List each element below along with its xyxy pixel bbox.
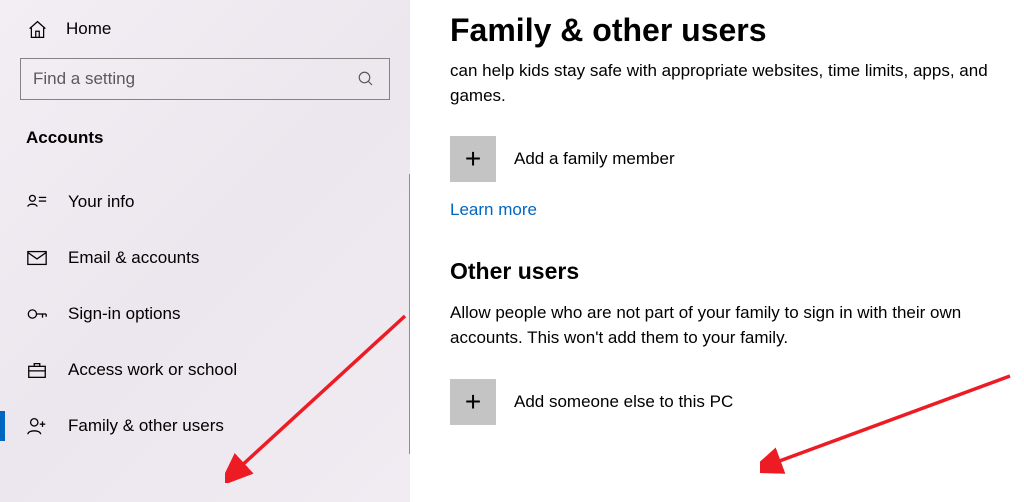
page-title: Family & other users (450, 12, 1014, 49)
other-users-description: Allow people who are not part of your fa… (450, 301, 1010, 350)
learn-more-link[interactable]: Learn more (450, 200, 537, 220)
key-icon (26, 303, 48, 325)
sidebar-item-signin[interactable]: Sign-in options (0, 286, 409, 342)
person-card-icon (26, 191, 48, 213)
family-description: can help kids stay safe with appropriate… (450, 59, 1010, 108)
briefcase-icon (26, 359, 48, 381)
sidebar-item-label: Sign-in options (68, 304, 180, 324)
sidebar-item-work-school[interactable]: Access work or school (0, 342, 409, 398)
add-family-label: Add a family member (514, 149, 675, 169)
search-icon (355, 68, 377, 90)
plus-icon: + (450, 136, 496, 182)
search-box[interactable] (20, 58, 390, 100)
add-family-member-button[interactable]: + Add a family member (450, 136, 1014, 182)
home-label: Home (66, 19, 111, 39)
sidebar-item-label: Your info (68, 192, 134, 212)
settings-sidebar: Home Accounts (0, 0, 410, 502)
sidebar-section-title: Accounts (0, 128, 410, 174)
add-other-user-button[interactable]: + Add someone else to this PC (450, 379, 1014, 425)
add-other-label: Add someone else to this PC (514, 392, 733, 412)
sidebar-item-label: Family & other users (68, 416, 224, 436)
plus-icon: + (450, 379, 496, 425)
main-content: Family & other users can help kids stay … (410, 0, 1024, 502)
person-plus-icon (26, 415, 48, 437)
sidebar-item-family[interactable]: Family & other users (0, 398, 409, 454)
home-nav[interactable]: Home (0, 18, 410, 58)
search-input[interactable] (33, 69, 355, 89)
active-indicator (0, 411, 5, 441)
sidebar-item-label: Email & accounts (68, 248, 199, 268)
sidebar-item-email[interactable]: Email & accounts (0, 230, 409, 286)
sidebar-nav: Your info Email & accounts (0, 174, 410, 454)
sidebar-item-your-info[interactable]: Your info (0, 174, 409, 230)
search-container (0, 58, 410, 128)
other-users-heading: Other users (450, 258, 1014, 285)
sidebar-item-label: Access work or school (68, 360, 237, 380)
home-icon (26, 18, 48, 40)
mail-icon (26, 247, 48, 269)
